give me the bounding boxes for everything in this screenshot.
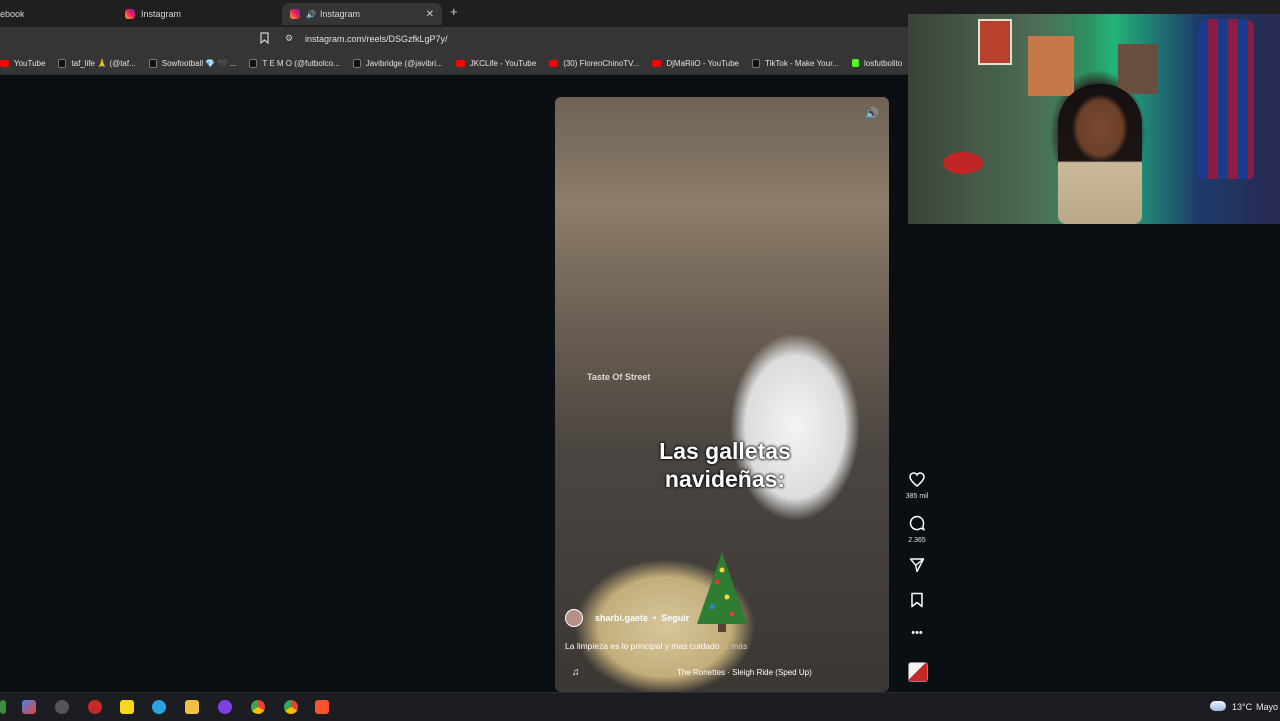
avatar[interactable] bbox=[565, 609, 583, 627]
tab-label: Instagram bbox=[319, 9, 360, 19]
wall-poster bbox=[1028, 36, 1074, 96]
audio-thumbnail[interactable] bbox=[908, 662, 928, 682]
folder-icon[interactable] bbox=[185, 700, 199, 714]
sticky-notes-icon[interactable] bbox=[120, 700, 134, 714]
copilot-icon[interactable] bbox=[22, 700, 36, 714]
bookmark-label: (30) FlorenChinoTV... bbox=[563, 58, 640, 68]
description-text: La limpieza es lo principal y mas cuidad… bbox=[565, 641, 720, 651]
reel-description: La limpieza es lo principal y mas cuidad… bbox=[565, 641, 747, 651]
separator-dot: • bbox=[653, 613, 657, 623]
comment-button[interactable]: 2.365 bbox=[905, 515, 929, 544]
app-icon[interactable] bbox=[218, 700, 232, 714]
bookmark-item[interactable]: Javibridge (@javibri... bbox=[352, 58, 443, 68]
follow-button[interactable]: Seguir bbox=[661, 613, 689, 623]
reel-author: sharbi.gaete • Seguir bbox=[565, 609, 689, 627]
instagram-icon bbox=[290, 9, 300, 19]
caption-line: navideñas: bbox=[664, 466, 786, 492]
wall-poster bbox=[978, 19, 1012, 65]
reel-video[interactable]: 🔊 Taste Of Street Las galletas navideñas… bbox=[555, 97, 889, 692]
chrome-icon[interactable] bbox=[251, 700, 265, 714]
cloud-icon bbox=[1210, 701, 1226, 711]
youtube-icon bbox=[652, 59, 662, 67]
bookmark-item[interactable]: taf_life 🙏 (@taf... bbox=[58, 58, 136, 68]
settings-icon[interactable] bbox=[55, 700, 69, 714]
weather-label[interactable]: Mayo bbox=[1256, 702, 1278, 712]
bookmark-label: taf_life 🙏 (@taf... bbox=[71, 58, 136, 68]
bookmark-item[interactable]: DjMaRiiO - YouTube bbox=[652, 59, 739, 68]
share-button[interactable] bbox=[905, 557, 929, 578]
brave-icon[interactable] bbox=[315, 700, 329, 714]
christmas-tree-sticker bbox=[697, 552, 747, 632]
tiktok-icon bbox=[148, 58, 157, 68]
bookmark-label: Javibridge (@javibri... bbox=[365, 58, 443, 68]
bookmark-item[interactable]: Sowfootball 💎 🖤 ... bbox=[148, 58, 237, 68]
red-cap bbox=[943, 152, 983, 174]
tiktok-icon bbox=[352, 58, 361, 68]
video-watermark: Taste Of Street bbox=[587, 372, 651, 382]
new-tab-button[interactable]: + bbox=[450, 4, 458, 19]
bookmark-item[interactable]: YouTube bbox=[0, 59, 45, 68]
tab-label: ebook bbox=[0, 9, 25, 19]
bookmark-item[interactable]: T E M O (@futbolco... bbox=[249, 58, 340, 68]
tiktok-icon bbox=[249, 58, 258, 68]
tab-instagram-active[interactable]: 🔊 Instagram ✕ bbox=[282, 3, 442, 25]
chrome-icon[interactable] bbox=[284, 700, 298, 714]
author-name[interactable]: sharbi.gaete bbox=[595, 613, 648, 623]
tab-instagram[interactable]: Instagram bbox=[125, 3, 181, 25]
bookmark-item[interactable]: (30) FlorenChinoTV... bbox=[549, 59, 639, 68]
bookmark-label: losfutbolito bbox=[863, 58, 903, 68]
bookmark-item[interactable]: TikTok - Make Your... bbox=[752, 58, 839, 68]
tab-ebook[interactable]: ebook bbox=[0, 3, 25, 25]
tiktok-icon bbox=[58, 58, 67, 68]
close-tab-icon[interactable]: ✕ bbox=[426, 9, 434, 20]
reel-music[interactable]: The Ronettes · Sleigh Ride (Sped Up) bbox=[677, 668, 812, 677]
speaker-icon[interactable]: 🔊 bbox=[865, 107, 879, 120]
bookmark-label: T E M O (@futbolco... bbox=[262, 58, 340, 68]
audio-playing-icon: 🔊 bbox=[306, 9, 316, 19]
heart-icon bbox=[909, 472, 925, 487]
comment-icon bbox=[909, 515, 926, 531]
webcam-overlay bbox=[908, 14, 1280, 224]
bookmark-icon bbox=[911, 592, 923, 608]
youtube-icon bbox=[0, 59, 9, 67]
url-field[interactable]: instagram.com/reels/DSGzfkLgP7y/ bbox=[305, 34, 448, 44]
telegram-icon[interactable] bbox=[152, 700, 166, 714]
save-button[interactable] bbox=[905, 592, 929, 613]
taskbar: 13°C Mayo bbox=[0, 692, 1280, 721]
more-link[interactable]: ... más bbox=[720, 641, 748, 651]
more-options-icon[interactable]: ••• bbox=[905, 627, 929, 639]
bookmark-label: Sowfootball 💎 🖤 ... bbox=[161, 58, 237, 68]
bookmark-label: DjMaRiiO - YouTube bbox=[666, 58, 739, 68]
weather-temperature[interactable]: 13°C bbox=[1232, 702, 1252, 712]
hanging-jersey bbox=[1198, 19, 1254, 179]
site-info-icon[interactable]: ⚙ bbox=[285, 33, 293, 44]
bookmark-label: TikTok - Make Your... bbox=[765, 58, 839, 68]
like-button[interactable]: 385 mil bbox=[905, 472, 929, 500]
instagram-icon bbox=[125, 9, 135, 19]
bookmark-page-icon[interactable] bbox=[260, 32, 269, 44]
bookmark-label: YouTube bbox=[14, 58, 46, 68]
comment-count: 2.365 bbox=[908, 537, 926, 544]
wall-poster bbox=[1118, 44, 1158, 94]
youtube-icon bbox=[549, 59, 559, 67]
caption-line: Las galletas bbox=[659, 438, 791, 464]
bookmark-item[interactable]: losfutbolito bbox=[851, 58, 903, 68]
youtube-icon bbox=[455, 59, 465, 67]
obs-icon[interactable] bbox=[88, 700, 102, 714]
start-icon[interactable] bbox=[0, 700, 6, 714]
bookmark-item[interactable]: JKCLife - YouTube bbox=[455, 58, 537, 68]
music-note-icon: ♫ bbox=[572, 667, 580, 678]
streamer bbox=[1058, 84, 1142, 224]
like-count: 385 mil bbox=[905, 493, 929, 500]
tiktok-icon bbox=[752, 58, 760, 68]
bookmark-label: JKCLife - YouTube bbox=[469, 58, 537, 68]
video-caption: Las galletas navideñas: bbox=[615, 437, 835, 493]
tab-label: Instagram bbox=[141, 9, 182, 19]
kick-icon bbox=[851, 59, 859, 67]
send-icon bbox=[909, 558, 925, 573]
